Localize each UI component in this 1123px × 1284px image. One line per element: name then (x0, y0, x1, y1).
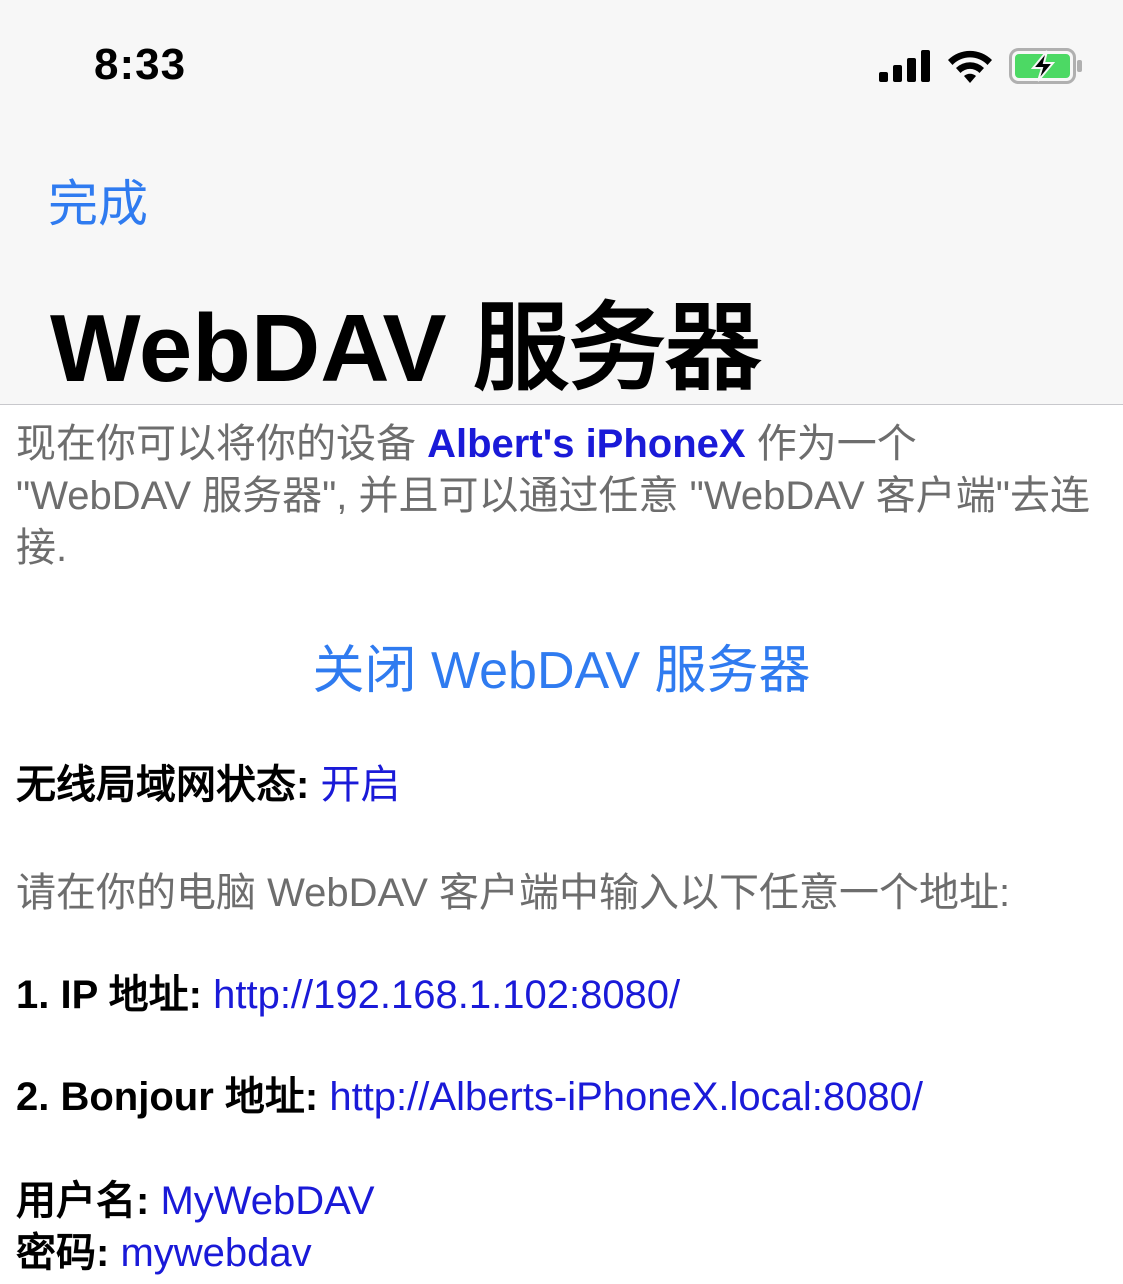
ip-address-label: 1. IP 地址: (16, 973, 214, 1017)
ip-address-link[interactable]: http://192.168.1.102:8080/ (213, 973, 680, 1017)
username-row: 用户名: MyWebDAV (16, 1168, 375, 1226)
page-title: WebDAV 服务器 (50, 295, 762, 402)
username-value: MyWebDAV (160, 1179, 375, 1223)
signal-icon (879, 50, 930, 82)
wifi-status-row: 无线局域网状态: 开启 (16, 752, 400, 810)
wifi-status-label: 无线局域网状态: (16, 763, 321, 807)
wifi-icon (948, 50, 992, 83)
username-label: 用户名: (16, 1179, 161, 1223)
instruction-text: 请在你的电脑 WebDAV 客户端中输入以下任意一个地址: (16, 871, 1011, 915)
battery-charging-icon (1009, 48, 1082, 84)
device-name: Albert's iPhoneX (427, 422, 746, 466)
navigation-header: 8:33 完成 WebDAV 服务器 (0, 0, 1123, 405)
wifi-status-value: 开启 (320, 763, 401, 807)
intro-text: 现在你可以将你的设备 Albert's iPhoneX 作为一个 "WebDAV… (16, 418, 1096, 574)
status-icons (879, 46, 1083, 86)
bonjour-address-link[interactable]: http://Alberts-iPhoneX.local:8080/ (329, 1075, 923, 1119)
intro-section: 现在你可以将你的设备 Albert's iPhoneX 作为一个 "WebDAV… (16, 418, 1096, 574)
bonjour-address-row: 2. Bonjour 地址: http://Alberts-iPhoneX.lo… (16, 1064, 923, 1122)
ip-address-row: 1. IP 地址: http://192.168.1.102:8080/ (16, 962, 680, 1020)
status-time: 8:33 (94, 40, 187, 89)
bonjour-address-label: 2. Bonjour 地址: (16, 1075, 330, 1119)
password-label: 密码: (16, 1231, 121, 1275)
password-row: 密码: mywebdav (16, 1220, 312, 1278)
password-value: mywebdav (120, 1231, 312, 1275)
close-server-button[interactable]: 关闭 WebDAV 服务器 (0, 628, 1123, 703)
done-button[interactable]: 完成 (48, 164, 148, 236)
intro-text-before: 现在你可以将你的设备 (16, 422, 428, 466)
